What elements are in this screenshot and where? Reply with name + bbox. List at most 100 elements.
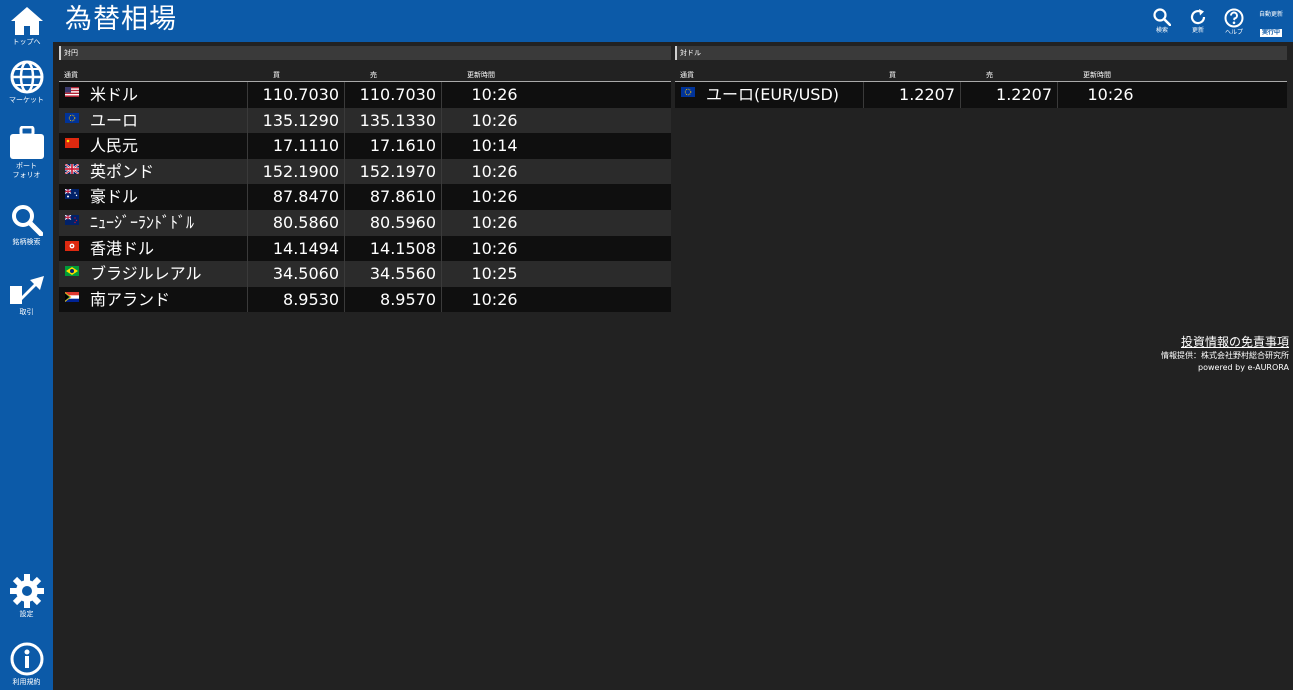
us-flag-icon <box>65 87 79 97</box>
sidebar-label: マーケット <box>9 96 44 104</box>
sell-rate: 17.1610 <box>369 136 436 156</box>
trade-icon <box>9 276 44 304</box>
currency-name: ユーロ(EUR/USD) <box>706 85 840 104</box>
update-time: 10:14 <box>471 136 518 156</box>
header-button-label: 更新 <box>1191 27 1204 34</box>
table-row[interactable]: ﾆｭｰｼﾞｰﾗﾝﾄﾞﾄﾞﾙ 80.5860 80.5960 10:26 <box>59 209 671 236</box>
currency-name: 香港ドル <box>90 238 155 258</box>
sell-rate: 8.9570 <box>380 289 436 309</box>
sell-rate: 135.1330 <box>359 110 436 130</box>
buy-rate: 17.1110 <box>272 136 339 156</box>
usd-rates-panel: 対ドル 通貨 買 売 更新時間 ユーロ(EUR/USD) 1.2207 1.2207… <box>675 46 1287 108</box>
sell-rate: 80.5960 <box>369 212 436 232</box>
buy-rate: 87.8470 <box>272 187 339 207</box>
header-refresh-button[interactable]: 更新 <box>1183 8 1213 35</box>
update-time: 10:25 <box>471 264 518 284</box>
table-row[interactable]: 米ドル 110.7030 110.7030 10:26 <box>59 82 671 108</box>
column-header-buy: 買 <box>273 71 280 79</box>
globe-icon <box>10 60 43 94</box>
column-header-sell: 売 <box>370 71 377 79</box>
sidebar-label: ポート フォリオ <box>12 162 41 179</box>
update-time: 10:26 <box>471 238 518 258</box>
table-row[interactable]: 豪ドル 87.8470 87.8610 10:26 <box>59 184 671 210</box>
update-time: 10:26 <box>471 110 518 130</box>
sell-rate: 87.8610 <box>369 187 436 207</box>
panel-title: 対円 <box>59 46 671 60</box>
sidebar-item-top[interactable]: トップへ <box>0 6 53 47</box>
disclaimer-link[interactable]: 投資情報の免責事項 <box>1161 334 1289 350</box>
buy-rate: 8.9530 <box>283 289 339 309</box>
update-time: 10:26 <box>471 85 518 104</box>
table-row[interactable]: 英ポンド 152.1900 152.1970 10:26 <box>59 158 671 185</box>
column-header-time: 更新時間 <box>1083 71 1111 79</box>
auto-update-label: 自動更新 <box>1258 11 1283 18</box>
sidebar-label: 利用規約 <box>12 678 41 686</box>
column-header-sell: 売 <box>986 71 993 79</box>
gb-flag-icon <box>65 163 79 174</box>
eu-flag-icon <box>65 112 79 123</box>
table-row[interactable]: ブラジルレアル 34.5060 34.5560 10:25 <box>59 261 671 287</box>
column-header-currency: 通貨 <box>680 71 694 79</box>
hk-flag-icon <box>65 240 79 251</box>
table-row[interactable]: 人民元 17.1110 17.1610 10:14 <box>59 133 671 159</box>
header-button-label: 検索 <box>1155 27 1168 34</box>
home-icon <box>10 7 43 35</box>
currency-name: 米ドル <box>90 85 139 104</box>
update-time: 10:26 <box>471 289 518 309</box>
sidebar-item-market[interactable]: マーケット <box>0 60 53 105</box>
column-header-time: 更新時間 <box>467 71 495 79</box>
eu-flag-icon <box>681 87 695 97</box>
au-flag-icon <box>65 189 79 200</box>
search-icon <box>11 205 43 236</box>
table-header: 通貨 買 売 更新時間 <box>675 68 1287 82</box>
table-row[interactable]: 香港ドル 14.1494 14.1508 10:26 <box>59 235 671 262</box>
table-row[interactable]: 南アランド 8.9530 8.9570 10:26 <box>59 286 671 313</box>
header-search-button[interactable]: 検索 <box>1147 8 1177 35</box>
usd-rates-table: ユーロ(EUR/USD) 1.2207 1.2207 10:26 <box>675 82 1287 108</box>
powered-by-note: powered by e-AURORA <box>1198 363 1289 372</box>
nz-flag-icon <box>65 214 79 225</box>
buy-rate: 152.1900 <box>262 161 339 181</box>
update-time: 10:26 <box>471 187 518 207</box>
sidebar-item-trade[interactable]: 取引 <box>0 274 53 317</box>
currency-name: ﾆｭｰｼﾞｰﾗﾝﾄﾞﾄﾞﾙ <box>90 212 195 232</box>
panel-title: 対ドル <box>675 46 1287 60</box>
sell-rate: 152.1970 <box>359 161 436 181</box>
update-time: 10:26 <box>1087 85 1134 104</box>
table-header: 通貨 買 売 更新時間 <box>59 68 671 82</box>
sidebar-item-search[interactable]: 銘柄検索 <box>0 204 53 247</box>
currency-name: ブラジルレアル <box>90 264 202 284</box>
br-flag-icon <box>65 266 79 277</box>
briefcase-icon <box>9 126 44 159</box>
sidebar-label: 設定 <box>19 610 34 618</box>
gear-icon <box>9 574 44 608</box>
sidebar-item-terms[interactable]: 利用規約 <box>0 642 53 687</box>
info-icon <box>10 642 43 676</box>
provider-note: 情報提供：株式会社野村総合研究所 <box>1161 351 1289 360</box>
sidebar-item-portfolio[interactable]: ポート フォリオ <box>0 126 53 180</box>
za-flag-icon <box>65 291 79 302</box>
yen-rates-table: 米ドル 110.7030 110.7030 10:26 ユーロ 135.1290 135.1… <box>59 82 671 313</box>
help-icon <box>1224 8 1244 28</box>
header-help-button[interactable]: ヘルプ <box>1219 8 1249 37</box>
auto-update-status-badge: 実行中 <box>1259 29 1282 37</box>
update-time: 10:26 <box>471 161 518 181</box>
table-row[interactable]: ユーロ(EUR/USD) 1.2207 1.2207 10:26 <box>675 82 1287 108</box>
currency-name: 英ポンド <box>90 161 155 181</box>
sell-rate: 1.2207 <box>996 85 1052 104</box>
footer: 投資情報の免責事項 情報提供：株式会社野村総合研究所 powered by e-… <box>1161 334 1289 374</box>
sidebar-label: トップへ <box>12 38 41 46</box>
sidebar: トップへ マーケット ポート フォリオ 銘柄検索 取引 設定 利用規約 <box>0 0 53 690</box>
buy-rate: 14.1494 <box>272 238 339 258</box>
currency-name: ユーロ <box>90 110 139 130</box>
column-header-currency: 通貨 <box>64 71 78 79</box>
cn-flag-icon <box>65 138 79 149</box>
sell-rate: 110.7030 <box>359 85 436 104</box>
header-bar: 為替相場 検索 更新 ヘルプ 自動更新 実行中 <box>53 0 1293 42</box>
page-title: 為替相場 <box>65 4 177 35</box>
table-row[interactable]: ユーロ 135.1290 135.1330 10:26 <box>59 107 671 134</box>
buy-rate: 1.2207 <box>899 85 955 104</box>
update-time: 10:26 <box>471 212 518 232</box>
auto-update-toggle[interactable]: 自動更新 実行中 <box>1256 11 1286 38</box>
sidebar-item-settings[interactable]: 設定 <box>0 574 53 619</box>
